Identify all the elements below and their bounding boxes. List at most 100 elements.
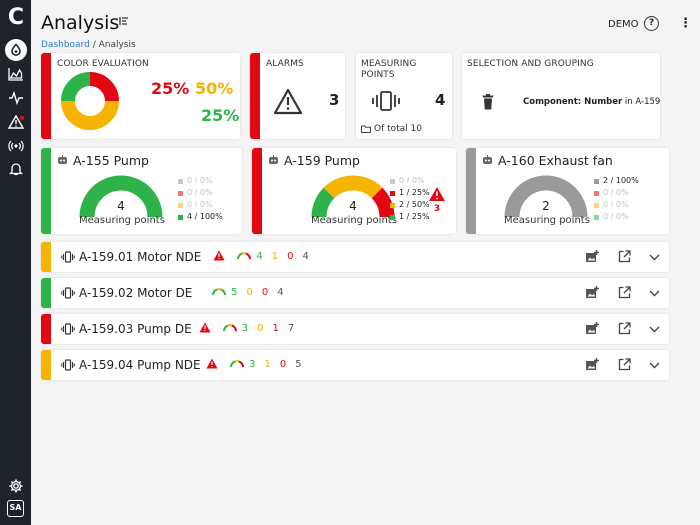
legend-item: 0 / 0% <box>594 211 639 223</box>
more-menu-icon[interactable]: ⋮ <box>679 17 692 30</box>
nav-notifications[interactable] <box>0 158 31 180</box>
vibration-sensor-icon <box>61 251 75 263</box>
help-icon[interactable]: ? <box>644 16 659 31</box>
gauge-segment <box>371 187 395 218</box>
status-counts: 3105 <box>249 359 302 370</box>
vibration-sensor-icon <box>372 91 400 111</box>
page-title: Analysis <box>41 12 120 34</box>
robot-icon <box>58 155 67 164</box>
status-count: 0 <box>257 323 264 334</box>
legend-item: 4 / 100% <box>178 211 223 223</box>
status-count: 4 <box>302 251 309 262</box>
gauge-segment <box>311 187 335 218</box>
nav-trends[interactable] <box>0 63 31 85</box>
legend-text: 0 / 0% <box>603 200 629 209</box>
list-icon[interactable] <box>119 16 129 26</box>
bell-icon <box>8 163 23 176</box>
add-image-icon[interactable] <box>585 322 599 335</box>
alarm-count: 3 <box>433 204 441 214</box>
status-counts: 3017 <box>242 323 295 334</box>
breadcrumb-dashboard-link[interactable]: Dashboard <box>41 40 90 50</box>
alarm-warning-icon <box>429 187 445 201</box>
alarms-card[interactable]: ALARMS 3 <box>250 53 345 139</box>
row-title: A-159.02 Motor DE <box>79 286 193 300</box>
card-label: ALARMS <box>266 59 304 69</box>
trash-icon[interactable] <box>482 94 494 110</box>
equipment-name: A-160 Exhaust fan <box>498 153 613 168</box>
card-label: SELECTION AND GROUPING <box>467 59 594 69</box>
open-external-icon[interactable] <box>618 250 631 263</box>
user-name[interactable]: DEMO <box>608 19 639 30</box>
card-label: COLOR EVALUATION <box>57 59 149 69</box>
status-count: 1 <box>264 359 271 370</box>
chevron-down-icon[interactable] <box>649 290 660 297</box>
status-legend: 0 / 0% 1 / 25% 2 / 50% 1 / 25% <box>390 175 430 223</box>
status-bar <box>41 53 51 139</box>
gauge-count: 2 <box>542 199 550 213</box>
mini-gauge-icon <box>212 288 227 296</box>
status-bar <box>250 53 260 139</box>
open-external-icon[interactable] <box>618 322 631 335</box>
status-legend: 0 / 0% 0 / 0% 0 / 0% 4 / 100% <box>178 175 223 223</box>
equipment-card-a155[interactable]: A-155 Pump 4 Measuring points 0 / 0% 0 / … <box>41 148 242 234</box>
folder-icon <box>361 125 371 133</box>
color-evaluation-card[interactable]: COLOR EVALUATION 25% 50% 25% <box>41 53 240 139</box>
legend-text: 0 / 0% <box>603 212 629 221</box>
gauge-label: Measuring points <box>311 215 397 226</box>
warning-icon <box>199 322 211 333</box>
donut-slice <box>89 72 119 102</box>
chevron-down-icon[interactable] <box>649 362 660 369</box>
legend-text: 1 / 25% <box>399 188 430 197</box>
measuring-point-row[interactable]: A-159.02 Motor DE 5004 <box>41 278 669 308</box>
status-legend: 2 / 100% 0 / 0% 0 / 0% 0 / 0% <box>594 175 639 223</box>
open-external-icon[interactable] <box>618 286 631 299</box>
add-image-icon[interactable] <box>585 358 599 371</box>
chevron-down-icon[interactable] <box>649 326 660 333</box>
mini-gauge-icon <box>222 324 237 332</box>
status-count: 3 <box>241 323 249 334</box>
warning-icon <box>273 88 303 115</box>
app-logo[interactable]: C <box>5 7 27 29</box>
equipment-card-a160[interactable]: A-160 Exhaust fan 2 Measuring points 2 /… <box>466 148 669 234</box>
nav-signal[interactable] <box>0 87 31 109</box>
add-image-icon[interactable] <box>585 250 599 263</box>
nav-settings[interactable] <box>0 475 31 497</box>
legend-item: 0 / 0% <box>178 175 223 187</box>
vibration-sensor-icon <box>61 359 75 371</box>
legend-item: 0 / 0% <box>178 187 223 199</box>
legend-text: 0 / 0% <box>187 176 213 185</box>
nav-analysis[interactable] <box>0 39 31 61</box>
breadcrumb-separator: / <box>89 40 99 50</box>
status-count: 5 <box>295 359 302 370</box>
measuring-points-card[interactable]: MEASURING POINTS 4 Of total 10 <box>356 53 452 139</box>
open-external-icon[interactable] <box>618 358 631 371</box>
color-donut-chart <box>61 72 119 130</box>
selection-grouping-card[interactable]: SELECTION AND GROUPING Component: Number… <box>462 53 660 139</box>
status-bar <box>41 148 51 234</box>
status-count: 0 <box>279 359 287 370</box>
legend-swatch <box>178 190 183 196</box>
nav-sensors[interactable] <box>0 135 31 157</box>
measuring-points-count: 4 <box>435 91 446 109</box>
legend-item: 1 / 25% <box>390 211 430 223</box>
chevron-down-icon[interactable] <box>649 254 660 261</box>
mini-gauge-icon <box>237 252 252 260</box>
equipment-name: A-159 Pump <box>284 153 360 168</box>
card-label: MEASURING POINTS <box>361 59 417 80</box>
status-count: 0 <box>261 287 269 298</box>
nav-alarms[interactable] <box>0 111 31 133</box>
legend-item: 0 / 0% <box>390 175 430 187</box>
add-image-icon[interactable] <box>585 286 599 299</box>
pulse-icon <box>8 91 23 105</box>
legend-text: 4 / 100% <box>187 212 223 221</box>
user-avatar[interactable]: SA <box>7 500 24 517</box>
measuring-point-row[interactable]: A-159.04 Pump NDE 3105 <box>41 350 669 380</box>
equipment-card-a159[interactable]: A-159 Pump 4 Measuring points 0 / 0% 1 / … <box>252 148 456 234</box>
area-chart-icon <box>7 68 23 81</box>
green-percentage: 25% <box>201 106 240 125</box>
measuring-point-row[interactable]: A-159.03 Pump DE 3017 <box>41 314 669 344</box>
legend-swatch <box>594 190 599 196</box>
gauge-count: 4 <box>349 199 357 213</box>
measuring-point-row[interactable]: A-159.01 Motor NDE 4104 <box>41 242 669 272</box>
legend-swatch <box>390 202 395 208</box>
